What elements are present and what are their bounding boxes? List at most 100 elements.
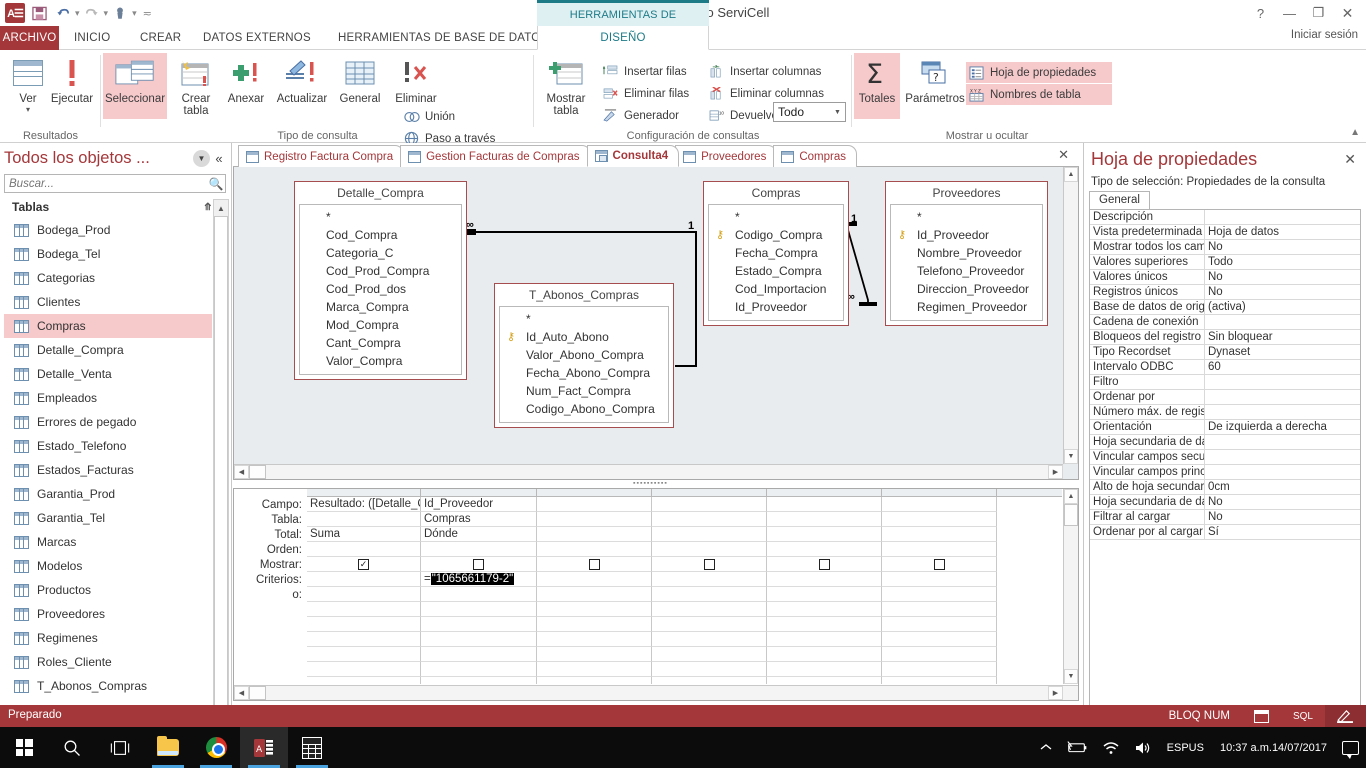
tab-herramientas-base-datos[interactable]: HERRAMIENTAS DE BASE DE DATOS	[329, 26, 557, 50]
file-explorer-icon[interactable]	[144, 727, 192, 768]
grid-cell-tabla[interactable]	[652, 512, 767, 527]
property-value[interactable]: Dynaset	[1205, 345, 1360, 359]
nav-scrollbar[interactable]: ▲ ▼	[213, 199, 229, 768]
search-input[interactable]	[5, 177, 207, 190]
wifi-icon[interactable]	[1095, 727, 1127, 768]
tab-gestion-facturas-de-compras[interactable]: Gestion Facturas de Compras	[400, 145, 591, 167]
field-cant-compra[interactable]: Cant_Compra	[300, 334, 461, 352]
field-categoria-c[interactable]: Categoria_C	[300, 244, 461, 262]
grid-cell-mostrar[interactable]	[652, 557, 767, 572]
grid-cell-total[interactable]: Suma	[307, 527, 421, 542]
table-box-t-abonos-compras[interactable]: T_Abonos_Compras * ⚷ Id_Auto_Abono Valor_Ab…	[494, 283, 674, 428]
show-checkbox[interactable]: ✓	[358, 558, 369, 570]
grid-cell-campo[interactable]	[767, 497, 882, 512]
grid-body[interactable]: Resultado: ([Detalle_C Id_Proveedor Compra…	[307, 489, 1062, 684]
sidebar-item-detalle-compra[interactable]: Detalle_Compra	[4, 338, 212, 362]
grid-cell-empty[interactable]	[652, 632, 767, 647]
grid-column-header[interactable]	[767, 489, 882, 496]
sidebar-item-bodega-prod[interactable]: Bodega_Prod	[4, 218, 212, 242]
grid-cell-empty[interactable]	[652, 617, 767, 632]
property-value[interactable]	[1205, 435, 1360, 449]
insertar-columnas-button[interactable]: Insertar columnas	[706, 61, 823, 82]
sidebar-item-detalle-venta[interactable]: Detalle_Venta	[4, 362, 212, 386]
nombres-tabla-button[interactable]: X Y Z Nombres de tabla	[966, 84, 1112, 105]
field-telefono-proveedor[interactable]: Telefono_Proveedor	[891, 262, 1042, 280]
grid-cell-mostrar[interactable]	[537, 557, 652, 572]
field--[interactable]: *	[500, 310, 668, 328]
help-icon[interactable]: ?	[1246, 2, 1275, 24]
property-value[interactable]: No	[1205, 510, 1360, 524]
field-direccion-proveedor[interactable]: Direccion_Proveedor	[891, 280, 1042, 298]
scroll-right-icon[interactable]: ▶	[1048, 465, 1063, 479]
grid-cell-empty[interactable]	[307, 617, 421, 632]
show-checkbox[interactable]	[818, 558, 830, 570]
chrome-icon[interactable]	[192, 727, 240, 768]
sidebar-item-productos[interactable]: Productos	[4, 578, 212, 602]
field-marca-compra[interactable]: Marca_Compra	[300, 298, 461, 316]
field-estado-compra[interactable]: Estado_Compra	[709, 262, 843, 280]
field-codigo-abono-compra[interactable]: Codigo_Abono_Compra	[500, 400, 668, 418]
property-value[interactable]: 60	[1205, 360, 1360, 374]
grid-cell-empty[interactable]	[537, 632, 652, 647]
grid-cell-criterios[interactable]	[307, 572, 421, 587]
field--[interactable]: *	[709, 208, 843, 226]
show-checkbox[interactable]	[933, 558, 945, 570]
grid-cell-tabla[interactable]	[307, 512, 421, 527]
sql-view-icon[interactable]: SQL	[1281, 705, 1325, 727]
design-horizontal-scrollbar[interactable]: ◀ ▶	[234, 464, 1063, 479]
tab-proveedores[interactable]: Proveedores	[675, 145, 778, 167]
ejecutar-button[interactable]: Ejecutar	[44, 53, 100, 105]
grid-cell-orden[interactable]	[767, 542, 882, 557]
show-hidden-icons-icon[interactable]	[1033, 727, 1059, 768]
grid-cell-mostrar[interactable]	[421, 557, 537, 572]
sidebar-item-errores-de-pegado[interactable]: Errores de pegado	[4, 410, 212, 434]
tab-registro-factura-compra[interactable]: Registro Factura Compra	[238, 145, 405, 167]
sidebar-item-roles-cliente[interactable]: Roles_Cliente	[4, 650, 212, 674]
close-icon[interactable]: ✕	[1344, 151, 1356, 168]
grid-cell-empty[interactable]	[537, 647, 652, 662]
scroll-down-icon[interactable]: ▼	[1064, 669, 1078, 684]
property-value[interactable]: Hoja de datos	[1205, 225, 1360, 239]
grid-cell-tabla[interactable]: Compras	[421, 512, 537, 527]
scroll-down-icon[interactable]: ▼	[1064, 449, 1078, 464]
grid-cell-empty[interactable]	[537, 617, 652, 632]
grid-cell-o[interactable]	[421, 587, 537, 602]
eliminar-button[interactable]: Eliminar	[389, 53, 443, 105]
field-cod-prod-compra[interactable]: Cod_Prod_Compra	[300, 262, 461, 280]
sidebar-item-categorias[interactable]: Categorias	[4, 266, 212, 290]
sidebar-item-estados-facturas[interactable]: Estados_Facturas	[4, 458, 212, 482]
query-design-grid[interactable]: Campo: Tabla: Total: Orden: Mostrar: Criterio…	[233, 488, 1079, 701]
grid-cell-empty[interactable]	[421, 662, 537, 677]
eliminar-filas-button[interactable]: Eliminar filas	[600, 83, 691, 104]
grid-cell-campo[interactable]	[882, 497, 997, 512]
grid-cell-o[interactable]	[767, 587, 882, 602]
property-value[interactable]	[1205, 375, 1360, 389]
sign-in-link[interactable]: Iniciar sesión	[1291, 29, 1358, 41]
grid-cell-criterios[interactable]	[537, 572, 652, 587]
property-value[interactable]	[1205, 390, 1360, 404]
grid-cell-empty[interactable]	[767, 647, 882, 662]
scroll-thumb[interactable]	[1064, 504, 1078, 526]
grid-cell-empty[interactable]	[537, 662, 652, 677]
field-valor-abono-compra[interactable]: Valor_Abono_Compra	[500, 346, 668, 364]
sidebar-item-t-abonos-compras[interactable]: T_Abonos_Compras	[4, 674, 212, 698]
table-box-proveedores[interactable]: Proveedores * ⚷ Id_Proveedor Nombre_Proveed…	[885, 181, 1048, 326]
sidebar-item-regimenes[interactable]: Regimenes	[4, 626, 212, 650]
totales-button[interactable]: Σ Totales	[854, 53, 900, 119]
minimize-icon[interactable]: —	[1275, 2, 1304, 24]
grid-cell-empty[interactable]	[421, 617, 537, 632]
insertar-filas-button[interactable]: Insertar filas	[600, 61, 689, 82]
mostrar-tabla-button[interactable]: Mostrar tabla	[538, 53, 594, 117]
scroll-up-icon[interactable]: ▲	[214, 200, 228, 216]
field-nombre-proveedor[interactable]: Nombre_Proveedor	[891, 244, 1042, 262]
grid-cell-mostrar[interactable]	[767, 557, 882, 572]
task-view-icon[interactable]	[96, 727, 144, 768]
grid-cell-tabla[interactable]	[767, 512, 882, 527]
field-fecha-compra[interactable]: Fecha_Compra	[709, 244, 843, 262]
grid-horizontal-scrollbar[interactable]: ◀ ▶	[234, 685, 1078, 700]
tab-inicio[interactable]: INICIO	[65, 26, 119, 50]
property-value[interactable]	[1205, 315, 1360, 329]
field-regimen-proveedor[interactable]: Regimen_Proveedor	[891, 298, 1042, 316]
scroll-up-icon[interactable]: ▲	[1064, 489, 1078, 504]
grid-cell-empty[interactable]	[652, 602, 767, 617]
